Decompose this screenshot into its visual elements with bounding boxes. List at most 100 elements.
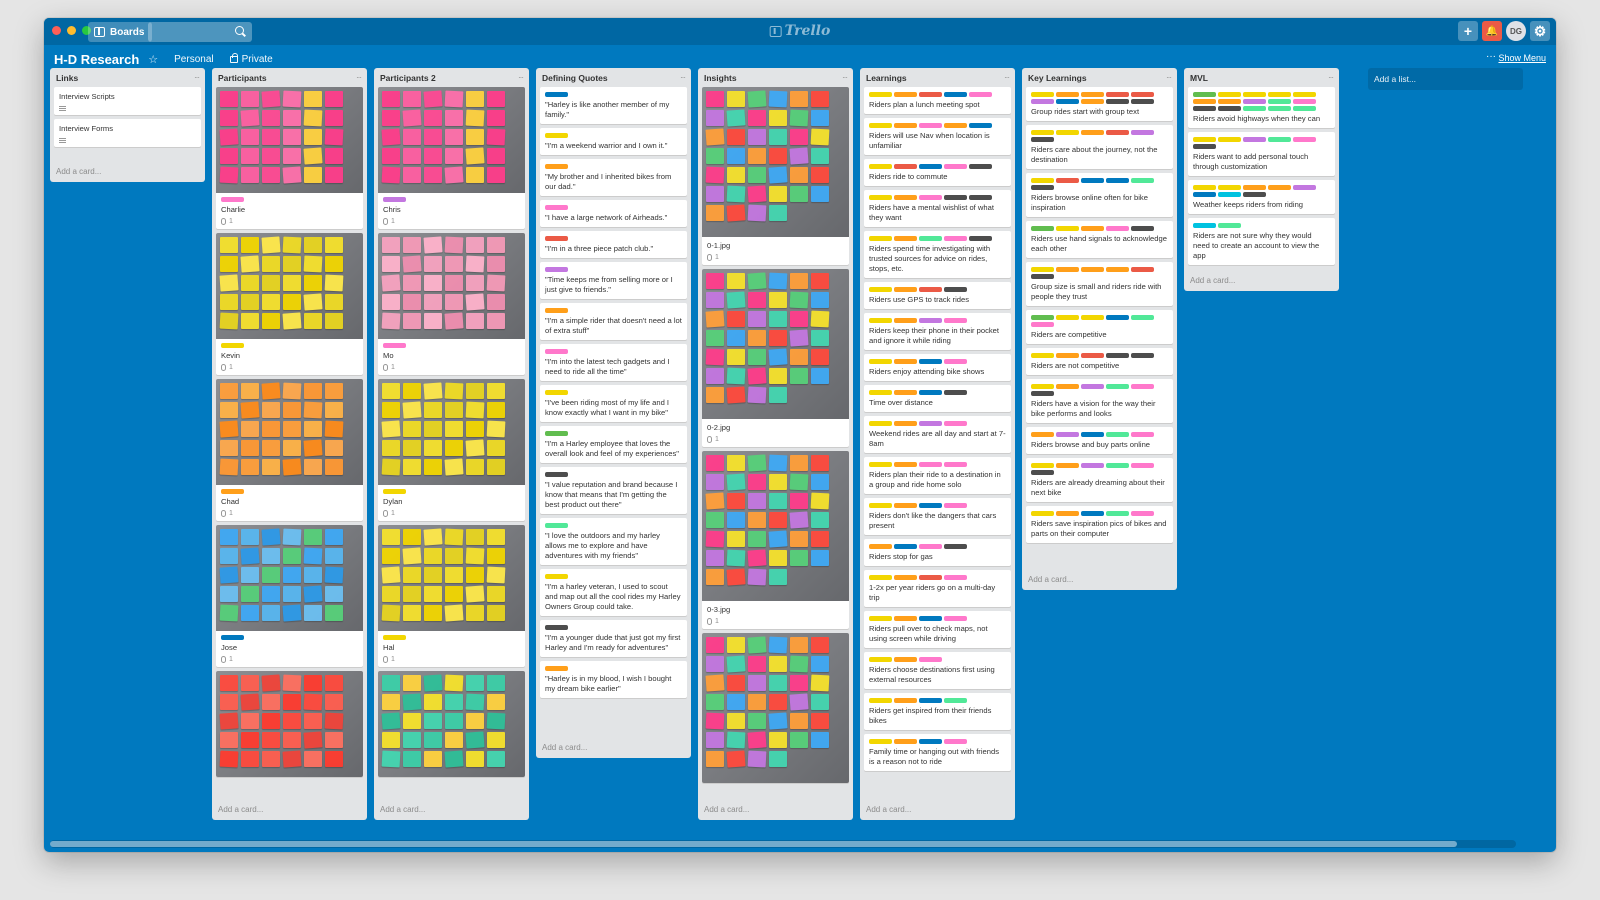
label-blue[interactable]	[919, 359, 942, 364]
label-black[interactable]	[1031, 391, 1054, 396]
label-pink[interactable]	[1031, 322, 1054, 327]
label-black[interactable]	[969, 236, 992, 241]
label-orange[interactable]	[894, 359, 917, 364]
label-pink[interactable]	[944, 318, 967, 323]
card[interactable]	[216, 671, 363, 777]
card[interactable]: Kevin 1	[216, 233, 363, 375]
label-green[interactable]	[545, 431, 568, 436]
label-yellow[interactable]	[1218, 185, 1241, 190]
label-orange[interactable]	[1106, 267, 1129, 272]
card[interactable]: "I value reputation and brand because I …	[540, 467, 687, 514]
card[interactable]: Chris 1	[378, 87, 525, 229]
card[interactable]: Group size is small and riders ride with…	[1026, 262, 1173, 306]
card-cover-photo[interactable]	[702, 633, 849, 783]
label-pink[interactable]	[545, 205, 568, 210]
card[interactable]: Riders enjoy attending bike shows	[864, 354, 1011, 381]
list-title[interactable]: Participants 2	[380, 73, 436, 83]
add-card-button[interactable]: Add a card...	[1022, 570, 1177, 590]
label-yellow[interactable]	[869, 575, 892, 580]
label-blue[interactable]	[1193, 192, 1216, 197]
label-yellow[interactable]	[869, 287, 892, 292]
label-orange[interactable]	[1081, 267, 1104, 272]
list-title[interactable]: Key Learnings	[1028, 73, 1087, 83]
label-yellow[interactable]	[545, 133, 568, 138]
card[interactable]: "Harley is in my blood, I wish I bought …	[540, 661, 687, 698]
label-yellow[interactable]	[1031, 353, 1054, 358]
label-yellow[interactable]	[1031, 463, 1054, 468]
card[interactable]: "I'm a younger dude that just got my fir…	[540, 620, 687, 657]
label-black[interactable]	[1031, 274, 1054, 279]
card[interactable]: 0-3.jpg 1	[702, 451, 849, 629]
card[interactable]: Riders are competitive	[1026, 310, 1173, 344]
label-lime[interactable]	[1106, 511, 1129, 516]
card-cover-photo[interactable]	[702, 87, 849, 237]
card[interactable]: "I'm a simple rider that doesn't need a …	[540, 303, 687, 340]
label-pink[interactable]	[969, 92, 992, 97]
notifications-button[interactable]: 🔔	[1482, 21, 1502, 41]
label-yellow[interactable]	[221, 343, 244, 348]
label-black[interactable]	[1193, 106, 1216, 111]
label-purple[interactable]	[1081, 384, 1104, 389]
label-orange[interactable]	[894, 318, 917, 323]
label-purple[interactable]	[1293, 185, 1316, 190]
label-yellow[interactable]	[869, 123, 892, 128]
card[interactable]: 0-1.jpg 1	[702, 87, 849, 265]
list-menu-icon[interactable]: ···	[356, 73, 362, 82]
card[interactable]: Dylan 1	[378, 379, 525, 521]
card[interactable]: Riders browse online often for bike insp…	[1026, 173, 1173, 217]
label-orange[interactable]	[894, 575, 917, 580]
card[interactable]: Riders want to add personal touch throug…	[1188, 132, 1335, 176]
label-yellow[interactable]	[1243, 92, 1266, 97]
card[interactable]	[378, 671, 525, 777]
label-orange[interactable]	[1056, 384, 1079, 389]
card[interactable]: Interview Forms	[54, 119, 201, 147]
card[interactable]: Riders use GPS to track rides	[864, 282, 1011, 309]
label-purple[interactable]	[1131, 130, 1154, 135]
card[interactable]: Weather keeps riders from riding	[1188, 180, 1335, 214]
label-orange[interactable]	[894, 739, 917, 744]
label-orange[interactable]	[1081, 92, 1104, 97]
label-black[interactable]	[944, 390, 967, 395]
label-orange[interactable]	[1031, 432, 1054, 437]
label-purple[interactable]	[919, 318, 942, 323]
label-red[interactable]	[894, 164, 917, 169]
label-yellow[interactable]	[1056, 130, 1079, 135]
card[interactable]: "I'm a harley veteran, I used to scout a…	[540, 569, 687, 616]
label-blue[interactable]	[919, 616, 942, 621]
label-pink[interactable]	[919, 657, 942, 662]
label-yellow[interactable]	[1031, 267, 1054, 272]
label-yellow[interactable]	[383, 489, 406, 494]
card-cover-photo[interactable]	[216, 87, 363, 193]
boards-button[interactable]: Boards	[88, 22, 153, 42]
star-icon[interactable]: ☆	[148, 53, 158, 66]
label-pink[interactable]	[1131, 384, 1154, 389]
label-lime[interactable]	[1268, 99, 1291, 104]
label-red[interactable]	[1131, 92, 1154, 97]
label-purple[interactable]	[1056, 432, 1079, 437]
list-title[interactable]: Links	[56, 73, 78, 83]
label-pink[interactable]	[944, 421, 967, 426]
label-black[interactable]	[1031, 470, 1054, 475]
list-title[interactable]: Defining Quotes	[542, 73, 608, 83]
list-menu-icon[interactable]: ···	[680, 73, 686, 82]
label-blue[interactable]	[1106, 315, 1129, 320]
label-blue[interactable]	[1106, 178, 1129, 183]
label-black[interactable]	[1106, 99, 1129, 104]
card[interactable]: Jose 1	[216, 525, 363, 667]
label-yellow[interactable]	[869, 657, 892, 662]
list-menu-icon[interactable]: ···	[1004, 73, 1010, 82]
label-purple[interactable]	[1243, 99, 1266, 104]
label-yellow[interactable]	[869, 236, 892, 241]
label-pink[interactable]	[1131, 463, 1154, 468]
label-lime[interactable]	[944, 698, 967, 703]
label-orange[interactable]	[545, 666, 568, 671]
label-pink[interactable]	[1131, 511, 1154, 516]
label-green[interactable]	[1031, 315, 1054, 320]
label-black[interactable]	[1131, 353, 1154, 358]
label-purple[interactable]	[1243, 137, 1266, 142]
card[interactable]: Riders have a mental wishlist of what th…	[864, 190, 1011, 227]
label-blue[interactable]	[894, 544, 917, 549]
label-black[interactable]	[969, 195, 992, 200]
label-yellow[interactable]	[1293, 92, 1316, 97]
card-cover-photo[interactable]	[378, 671, 525, 777]
